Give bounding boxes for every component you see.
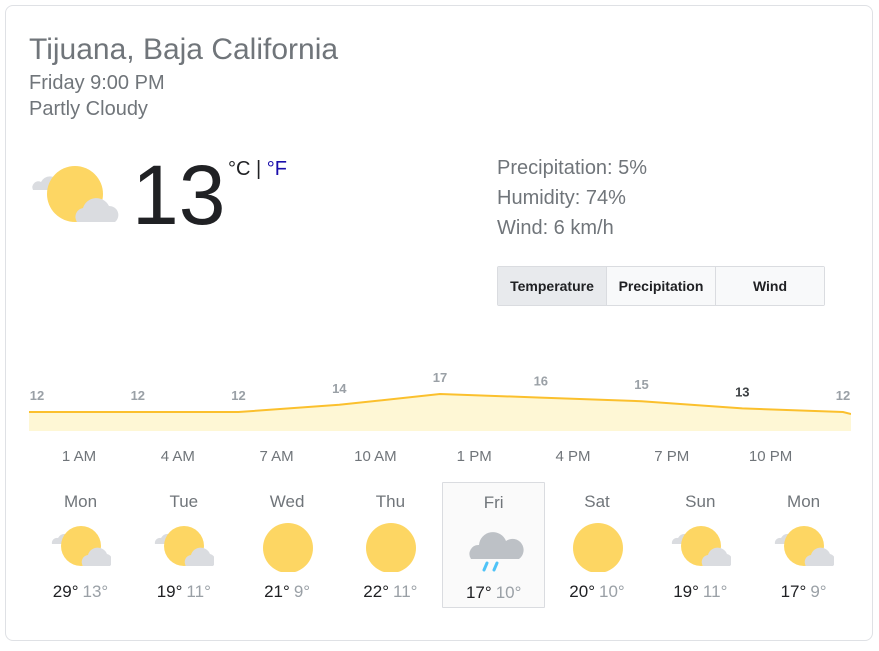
forecast-day[interactable]: Thu 22° 11° — [339, 482, 442, 608]
low-temp: 9° — [810, 582, 827, 601]
low-temp: 10° — [599, 582, 625, 601]
day-name: Sat — [584, 492, 610, 511]
forecast-day[interactable]: Wed 21° 9° — [236, 482, 339, 608]
day-temps: 22° 11° — [339, 582, 442, 602]
day-temps: 17° 9° — [752, 582, 855, 602]
sunny-icon — [258, 520, 318, 573]
datetime-label: Friday 9:00 PM — [29, 72, 165, 94]
day-temps: 17° 10° — [443, 583, 544, 603]
high-temp: 19° — [673, 582, 699, 601]
high-temp: 17° — [465, 583, 492, 602]
sunny-icon — [568, 520, 628, 573]
hour-label: 10 AM — [354, 448, 397, 465]
hour-label: 1 PM — [456, 448, 492, 465]
day-temps: 19° 11° — [649, 582, 752, 602]
low-temp: 11° — [186, 582, 211, 601]
weather-details: Precipitation: 5% Humidity: 74% Wind: 6 … — [497, 155, 647, 245]
temperature-value-label: 12 — [30, 388, 44, 403]
day-name: Tue — [169, 492, 199, 511]
hour-label: 4 AM — [160, 448, 195, 465]
day-name: Sun — [685, 492, 716, 511]
low-temp: 10° — [495, 583, 522, 602]
temperature-chart: 12 12 12 14 17 16 15 13 12 — [29, 370, 851, 431]
temperature-value-label: 17 — [433, 370, 447, 385]
temperature-value-label: 15 — [634, 377, 648, 392]
location-title: Tijuana, Baja California — [29, 33, 339, 66]
day-temps: 20° 10° — [546, 582, 649, 602]
tab-precipitation[interactable]: Precipitation — [607, 267, 716, 305]
forecast-day[interactable]: Mon 29° 13° — [29, 482, 132, 608]
forecast-day[interactable]: Sat 20° 10° — [546, 482, 649, 608]
high-temp: 19° — [156, 582, 183, 601]
day-name: Mon — [787, 492, 821, 511]
chart-tabs: Temperature Precipitation Wind — [497, 266, 825, 306]
hour-label: 7 PM — [654, 448, 690, 465]
hour-label: 1 AM — [61, 448, 97, 465]
partly-cloudy-icon — [29, 160, 119, 230]
high-temp: 29° — [52, 582, 79, 601]
partly-cloudy-icon — [51, 520, 113, 572]
low-temp: 9° — [293, 582, 311, 601]
forecast-day[interactable]: Sun 19° 11° — [649, 482, 752, 608]
partly-cloudy-icon — [774, 520, 836, 572]
high-temp: 20° — [569, 582, 595, 601]
day-name: Thu — [375, 492, 406, 511]
day-temps: 21° 9° — [236, 582, 339, 602]
daily-forecast: Mon 29° 13° Tue 19° 11° Wed 21° 9° Thu 22° 11° Fri 17… — [29, 482, 855, 612]
celsius-unit: °C — [228, 158, 251, 180]
temperature-value-label: 12 — [231, 388, 245, 403]
current-temperature: 13 — [132, 148, 226, 242]
precipitation-detail: Precipitation: 5% — [497, 157, 648, 179]
high-temp: 21° — [264, 582, 290, 601]
day-name: Mon — [63, 492, 98, 511]
hour-label: 10 PM — [748, 448, 793, 465]
tab-wind[interactable]: Wind — [716, 267, 824, 305]
tab-temperature[interactable]: Temperature — [498, 267, 607, 305]
forecast-day[interactable]: Tue 19° 11° — [132, 482, 235, 608]
condition-label: Partly Cloudy — [29, 98, 148, 120]
low-temp: 11° — [702, 582, 728, 601]
hour-label: 7 AM — [259, 448, 294, 465]
partly-cloudy-icon — [671, 520, 733, 572]
low-temp: 13° — [82, 582, 109, 601]
humidity-detail: Humidity: 74% — [497, 187, 626, 209]
temperature-value-label: 13 — [735, 384, 749, 399]
day-temps: 19° 11° — [132, 582, 235, 602]
high-temp: 17° — [780, 582, 807, 601]
wind-detail: Wind: 6 km/h — [497, 217, 614, 239]
unit-separator: | — [256, 158, 262, 180]
temperature-value-label: 16 — [534, 374, 548, 389]
hour-label: 4 PM — [555, 448, 591, 465]
low-temp: 11° — [393, 582, 418, 601]
day-name: Wed — [269, 492, 305, 511]
fahrenheit-link[interactable]: °F — [267, 158, 287, 180]
rain-icon — [465, 521, 525, 573]
forecast-day[interactable]: Mon 17° 9° — [752, 482, 855, 608]
day-name: Fri — [483, 493, 504, 512]
partly-cloudy-icon — [154, 520, 216, 572]
temperature-value-label: 14 — [332, 381, 347, 396]
temperature-value-label: 12 — [131, 388, 145, 403]
sunny-icon — [361, 520, 421, 573]
forecast-day[interactable]: Fri 17° 10° — [442, 482, 546, 608]
unit-toggle: °C | °F — [228, 158, 287, 181]
day-temps: 29° 13° — [29, 582, 132, 602]
hour-axis: 1 AM 4 AM 7 AM 10 AM 1 PM 4 PM 7 PM 10 PM — [29, 448, 851, 468]
high-temp: 22° — [363, 582, 390, 601]
temperature-value-label: 12 — [836, 388, 850, 403]
